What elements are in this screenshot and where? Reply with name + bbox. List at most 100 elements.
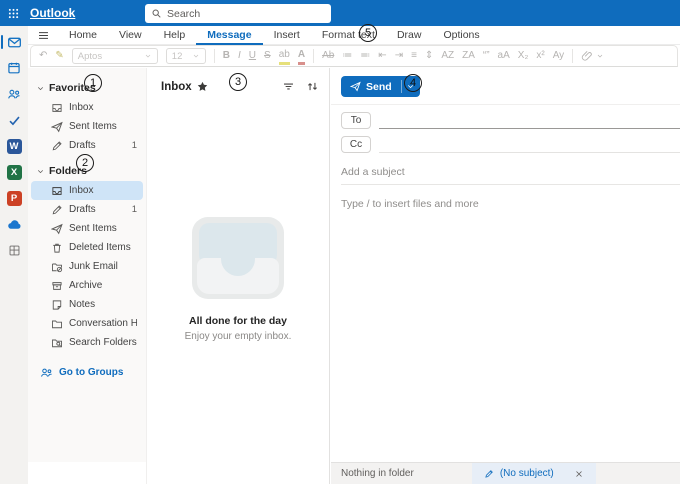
bullet-list-button[interactable]: ≔ [342,49,352,63]
outlook-logo[interactable]: Outlook [30,6,75,20]
tab-home[interactable]: Home [58,26,108,45]
item-label: Inbox [69,102,137,113]
inbox-icon [51,185,63,197]
trash-icon [51,242,63,254]
increase-indent-button[interactable]: ⇥ [395,49,403,63]
cc-input[interactable] [379,136,680,153]
unread-count: 1 [132,140,137,151]
rail-todo-button[interactable] [0,107,28,133]
font-color-button[interactable]: A [298,48,305,65]
undo-button[interactable]: ↶ [39,49,47,63]
decrease-indent-button[interactable]: ⇤ [378,49,386,63]
drafts-icon [51,140,63,152]
item-label: Sent Items [69,121,137,132]
font-size-dropdown[interactable]: 12 [166,48,206,64]
highlight-button[interactable]: ab [279,48,290,65]
annotation-circle-1: 1 [84,74,102,92]
send-plane-icon [350,81,361,92]
italic-button[interactable]: I [238,49,241,63]
rail-people-button[interactable] [0,81,28,107]
favorite-item-sent-items[interactable]: Sent Items [31,117,143,136]
close-draft-button[interactable] [574,469,584,479]
mail-icon [7,35,22,50]
toolbar-divider [572,49,573,63]
folder-item-inbox[interactable]: Inbox [31,181,143,200]
tab-insert[interactable]: Insert [263,26,311,45]
tab-message[interactable]: Message [196,26,262,45]
item-label: Conversation Histo... [69,318,137,329]
line-spacing-button[interactable]: ⇕ [425,49,433,63]
item-label: Drafts [69,140,126,151]
font-name-dropdown[interactable]: Aptos [72,48,158,64]
message-body-input[interactable]: Type / to insert files and more [341,198,680,210]
formatting-toolbar: ↶ ✎ Aptos 12 B I U S ab A Ab ≔ ≕ ⇤ ⇥ ≡ ⇕… [30,45,678,67]
item-label: Drafts [69,204,126,215]
tab-draw[interactable]: Draw [386,26,433,45]
folder-item-archive[interactable]: Archive [31,276,143,295]
rail-onedrive-button[interactable] [0,211,28,237]
bold-button[interactable]: B [223,49,230,63]
folder-item-junk-email[interactable]: Junk Email [31,257,143,276]
rail-more-apps-button[interactable] [0,237,28,263]
empty-inbox-illustration [192,217,284,299]
favorite-item-drafts[interactable]: Drafts 1 [31,136,143,155]
star-icon[interactable] [197,81,208,92]
draft-tab[interactable]: (No subject) [472,463,596,484]
status-bar: Nothing in folder (No subject) [331,462,680,484]
rail-word-button[interactable]: W [0,133,28,159]
quote-button[interactable]: “” [483,49,490,63]
to-input[interactable] [379,112,680,129]
folder-item-conversation-history[interactable]: Conversation Histo... [31,314,143,333]
sort-ascending-button[interactable]: AZ [441,49,454,63]
send-button[interactable]: Send [341,81,401,93]
item-label: Deleted Items [69,242,137,253]
excel-icon: X [7,165,22,180]
hamburger-button[interactable] [28,26,58,45]
tab-help[interactable]: Help [153,26,197,45]
rail-mail-button[interactable] [0,29,28,55]
subscript-button[interactable]: X₂ [518,49,529,63]
attach-file-button[interactable] [581,50,604,62]
strikethrough-button[interactable]: S [264,49,271,63]
to-button[interactable]: To [341,112,371,129]
folder-item-deleted-items[interactable]: Deleted Items [31,238,143,257]
format-painter-button[interactable]: ✎ [55,49,63,63]
item-label: Search Folders [69,337,137,348]
go-to-groups-link[interactable]: Go to Groups [28,366,146,379]
tab-view[interactable]: View [108,26,153,45]
search-icon [151,8,162,19]
apps-grid-icon [8,244,21,257]
subject-input[interactable]: Add a subject [341,166,680,185]
item-label: Notes [69,299,137,310]
rail-powerpoint-button[interactable]: P [0,185,28,211]
folder-item-search-folders[interactable]: Search Folders [31,333,143,352]
sort-descending-button[interactable]: ZA [462,49,475,63]
sort-icon[interactable] [306,80,319,93]
styles-button[interactable]: Ay [553,49,565,63]
folder-item-notes[interactable]: Notes [31,295,143,314]
unread-count: 1 [132,204,137,215]
folder-item-sent-items[interactable]: Sent Items [31,219,143,238]
change-case-button[interactable]: aA [498,49,510,63]
app-launcher-button[interactable] [0,0,26,26]
align-button[interactable]: ≡ [411,49,417,63]
pencil-icon [484,469,494,479]
underline-button[interactable]: U [249,49,256,63]
cc-button[interactable]: Cc [341,136,371,153]
search-placeholder: Search [167,8,200,20]
numbered-list-button[interactable]: ≕ [360,49,370,63]
people-icon [7,87,21,101]
folder-item-drafts[interactable]: Drafts 1 [31,200,143,219]
search-input[interactable]: Search [145,4,331,23]
empty-inbox-state: All done for the day Enjoy your empty in… [147,217,329,342]
rail-excel-button[interactable]: X [0,159,28,185]
toolbar-divider [214,49,215,63]
rail-calendar-button[interactable] [0,55,28,81]
filter-icon[interactable] [282,80,295,93]
chevron-down-icon [192,52,200,60]
clear-formatting-button[interactable]: Ab [322,49,334,63]
favorite-item-inbox[interactable]: Inbox [31,98,143,117]
item-label: Junk Email [69,261,137,272]
tab-options[interactable]: Options [432,26,490,45]
superscript-button[interactable]: x² [536,49,544,63]
